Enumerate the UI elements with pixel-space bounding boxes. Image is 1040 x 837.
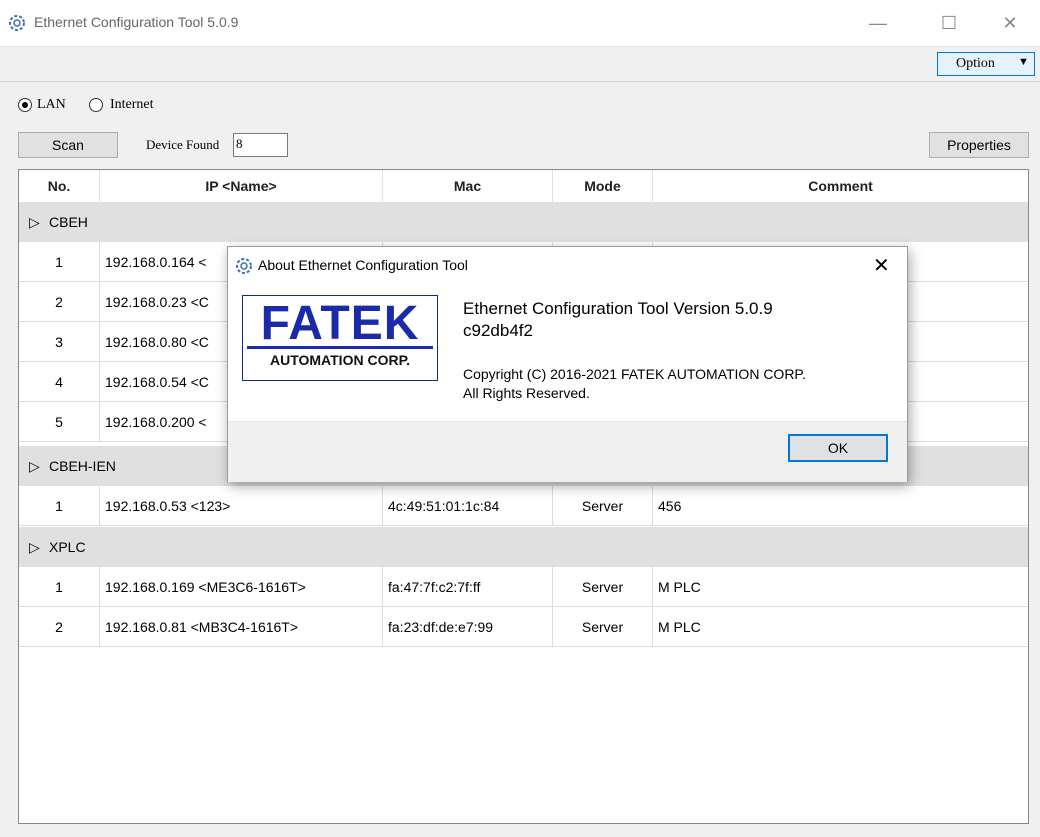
expand-icon[interactable]: ▷ — [29, 446, 40, 486]
copyright-text: Copyright (C) 2016-2021 FATEK AUTOMATION… — [463, 366, 806, 382]
version-heading: Ethernet Configuration Tool Version 5.0.… — [463, 299, 773, 318]
cell-no: 1 — [19, 486, 100, 526]
cell-mac: fa:23:df:de:e7:99 — [383, 607, 553, 647]
cell-comment: M PLC — [658, 579, 701, 595]
cell-ip: 192.168.0.169 <ME3C6-1616T> — [100, 567, 383, 607]
column-header-no[interactable]: No. — [19, 170, 100, 202]
group-label: CBEH — [49, 214, 88, 230]
internet-radio[interactable] — [89, 98, 103, 112]
dialog-footer: OK — [228, 421, 907, 482]
option-label: Option — [956, 56, 995, 71]
minimize-button[interactable]: — — [855, 8, 901, 38]
fatek-logo: FATEK AUTOMATION CORP. — [242, 295, 438, 381]
column-header-comment[interactable]: Comment — [653, 170, 1028, 202]
lan-label: LAN — [37, 97, 66, 112]
gear-icon — [9, 15, 25, 31]
cell-no: 1 — [19, 242, 100, 282]
table-row[interactable]: 1 192.168.0.169 <ME3C6-1616T> fa:47:7f:c… — [19, 567, 1028, 607]
cell-mac: fa:47:7f:c2:7f:ff — [383, 567, 553, 607]
group-label: CBEH-IEN — [49, 458, 116, 474]
cell-mode: Server — [553, 486, 653, 526]
cell-no: 2 — [19, 282, 100, 322]
ok-button[interactable]: OK — [788, 434, 888, 462]
cell-comment: 456 — [658, 498, 682, 514]
group-header-xplc[interactable]: ▷ XPLC — [19, 527, 1028, 567]
cell-no: 2 — [19, 607, 100, 647]
dialog-close-button[interactable]: ✕ — [873, 253, 890, 278]
internet-label: Internet — [110, 97, 154, 112]
close-button[interactable]: ✕ — [987, 8, 1033, 38]
about-dialog: About Ethernet Configuration Tool ✕ FATE… — [227, 246, 908, 482]
device-found-label: Device Found — [146, 137, 220, 152]
build-hash: c92db4f2 — [463, 321, 533, 340]
cell-ip: 192.168.0.53 <123> — [100, 486, 383, 526]
chevron-down-icon: ▼ — [1018, 56, 1029, 68]
maximize-button[interactable]: ☐ — [926, 8, 972, 38]
toolbar: Option ▼ — [0, 46, 1040, 82]
column-header-mac[interactable]: Mac — [383, 170, 553, 202]
scan-button[interactable]: Scan — [18, 132, 118, 158]
cell-comment: M PLC — [658, 619, 701, 635]
title-bar: Ethernet Configuration Tool 5.0.9 — ☐ ✕ — [0, 0, 1040, 46]
logo-rule — [247, 346, 433, 349]
table-row[interactable]: 1 192.168.0.53 <123> 4c:49:51:01:1c:84 S… — [19, 486, 1028, 526]
expand-icon[interactable]: ▷ — [29, 202, 40, 242]
logo-subtitle: AUTOMATION CORP. — [269, 352, 410, 368]
cell-mode: Server — [553, 607, 653, 647]
logo-wordmark: FATEK — [260, 297, 420, 350]
lan-radio[interactable] — [18, 98, 32, 112]
cell-no: 3 — [19, 322, 100, 362]
window-title: Ethernet Configuration Tool 5.0.9 — [34, 14, 239, 30]
cell-no: 4 — [19, 362, 100, 402]
dialog-title: About Ethernet Configuration Tool — [258, 257, 468, 273]
cell-mode: Server — [553, 567, 653, 607]
rights-text: All Rights Reserved. — [463, 385, 590, 401]
cell-ip: 192.168.0.81 <MB3C4-1616T> — [100, 607, 383, 647]
column-header-ip[interactable]: IP <Name> — [100, 170, 383, 202]
table-row[interactable]: 2 192.168.0.81 <MB3C4-1616T> fa:23:df:de… — [19, 607, 1028, 647]
gear-icon — [236, 258, 252, 274]
device-found-field[interactable]: 8 — [233, 133, 288, 157]
cell-mac: 4c:49:51:01:1c:84 — [383, 486, 553, 526]
cell-no: 5 — [19, 402, 100, 442]
cell-no: 1 — [19, 567, 100, 607]
properties-button[interactable]: Properties — [929, 132, 1029, 158]
group-label: XPLC — [49, 539, 86, 555]
expand-icon[interactable]: ▷ — [29, 527, 40, 567]
option-dropdown[interactable]: Option ▼ — [937, 52, 1035, 76]
column-header-mode[interactable]: Mode — [553, 170, 653, 202]
table-header: No. IP <Name> Mac Mode Comment — [19, 170, 1028, 203]
group-header-cbeh[interactable]: ▷ CBEH — [19, 202, 1028, 242]
